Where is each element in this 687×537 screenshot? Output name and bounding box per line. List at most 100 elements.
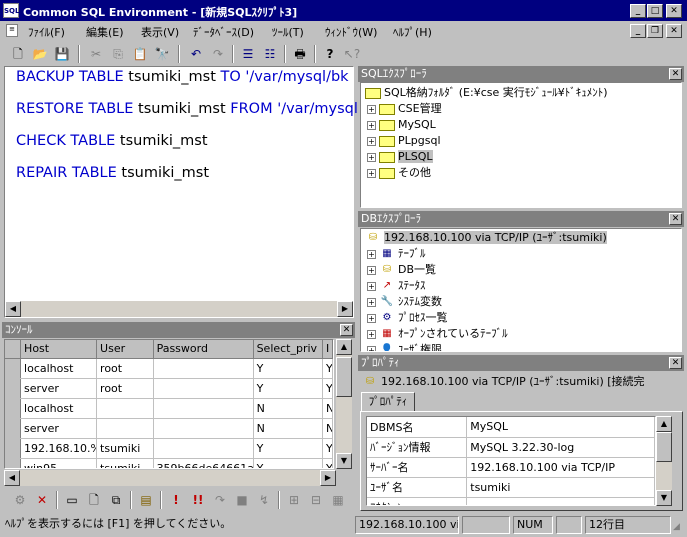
table-cell[interactable]: server <box>20 418 98 439</box>
result-grid[interactable]: Host User Password Select_priv I localho… <box>4 339 334 469</box>
connect-icon[interactable]: ⚙ <box>10 491 30 509</box>
table-cell[interactable]: localhost <box>20 358 98 379</box>
column-header[interactable]: I <box>322 340 333 359</box>
stop-icon[interactable]: ■ <box>232 491 252 509</box>
mdi-restore-button[interactable]: ❐ <box>647 24 663 38</box>
column-header[interactable]: Password <box>153 340 254 359</box>
properties-table[interactable]: DBMS名 MySQL ﾊﾞｰｼﾞｮﾝ情報 MySQL 3.22.30-log ｻｰﾊﾞ… <box>366 416 656 506</box>
table-cell[interactable]: win95 <box>20 458 98 468</box>
expand-icon[interactable]: + <box>367 297 376 307</box>
property-row[interactable]: ｺﾈｸｼｮﾝ... <box>367 497 655 505</box>
expand-icon[interactable]: + <box>367 329 376 339</box>
menu-database[interactable]: ﾃﾞｰﾀﾍﾞｰｽ(D) <box>193 24 254 40</box>
tree-item[interactable]: + PLpgsql <box>367 133 441 149</box>
expand-icon[interactable]: + <box>367 249 376 259</box>
table-cell[interactable]: Y <box>253 358 323 379</box>
table-cell[interactable]: N <box>253 398 323 419</box>
scroll-thumb[interactable] <box>336 357 352 397</box>
explain-icon[interactable]: ↯ <box>254 491 274 509</box>
grid-hscrollbar[interactable]: ◀ ▶ <box>4 470 336 486</box>
table-cell[interactable]: N <box>253 418 323 439</box>
document-icon[interactable]: ≡ <box>6 24 18 37</box>
scroll-thumb[interactable] <box>656 432 672 462</box>
copy-icon[interactable]: ⎘ <box>108 45 128 63</box>
menu-file[interactable]: ﾌｧｲﾙ(F) <box>28 24 65 40</box>
table-cell[interactable] <box>153 358 254 379</box>
close-icon[interactable]: ✕ <box>669 357 682 369</box>
menu-view[interactable]: 表示(V) <box>141 24 179 40</box>
column-header[interactable]: User <box>96 340 154 359</box>
scroll-right-icon[interactable]: ▶ <box>320 470 336 486</box>
grid-vscrollbar[interactable]: ▲ ▼ <box>336 339 352 469</box>
find-icon[interactable]: 🔭 <box>152 45 172 63</box>
indent-icon[interactable]: ☰ <box>238 45 258 63</box>
table-cell[interactable] <box>96 398 154 419</box>
sql-editor[interactable]: BACKUP TABLE tsumiki_mst TO '/var/mysql/… <box>4 66 358 318</box>
open-folder-icon[interactable]: 📂 <box>30 45 50 63</box>
row-header[interactable] <box>5 418 22 439</box>
scroll-left-icon[interactable]: ◀ <box>4 470 20 486</box>
table-cell[interactable]: server <box>20 378 98 399</box>
grid-icon[interactable]: ▤ <box>136 491 156 509</box>
menu-help[interactable]: ﾍﾙﾌﾟ(H) <box>393 24 432 40</box>
tree-item[interactable]: + PLSQL <box>367 149 433 165</box>
size-grip-icon[interactable]: ◢ <box>673 522 685 534</box>
new-file-icon[interactable]: 🗋 <box>8 45 28 63</box>
sql-explorer-tree[interactable]: SQL格納ﾌｫﾙﾀﾞ (E:¥cse 実行ﾓｼﾞｭｰﾙ¥ﾄﾞｷｭﾒﾝﾄ) + CS… <box>360 82 682 208</box>
table-cell[interactable]: N <box>322 398 333 419</box>
row-header[interactable] <box>5 458 22 468</box>
menu-tools[interactable]: ﾂｰﾙ(T) <box>272 24 304 40</box>
scroll-up-icon[interactable]: ▲ <box>336 339 352 355</box>
column-header[interactable]: Select_priv <box>253 340 323 359</box>
redo-icon[interactable]: ↷ <box>208 45 228 63</box>
context-help-icon[interactable]: ↖? <box>342 45 362 63</box>
app-icon[interactable]: SQL <box>3 3 19 18</box>
table-cell[interactable]: Y <box>322 438 333 459</box>
expand-icon[interactable]: + <box>367 281 376 291</box>
close-icon[interactable]: ✕ <box>669 68 682 80</box>
expand-icon[interactable]: + <box>367 152 376 162</box>
scroll-down-icon[interactable]: ▼ <box>656 490 672 506</box>
property-row[interactable]: ｻｰﾊﾞｰ名 192.168.10.100 via TCP/IP <box>367 457 655 478</box>
editor-hscrollbar[interactable]: ◀ ▶ <box>5 301 353 317</box>
tree-item[interactable]: + CSE管理 <box>367 101 442 117</box>
table-cell[interactable] <box>153 378 254 399</box>
save-result-icon[interactable]: ⧉ <box>106 491 126 509</box>
table-cell[interactable]: Y <box>322 378 333 399</box>
scroll-up-icon[interactable]: ▲ <box>656 416 672 432</box>
table-cell[interactable]: localhost <box>20 398 98 419</box>
expand-icon[interactable]: + <box>367 136 376 146</box>
tree-item[interactable]: + ⚙ ﾌﾟﾛｾｽ一覧 <box>367 310 448 326</box>
paste-icon[interactable]: 📋 <box>130 45 150 63</box>
table-cell[interactable]: Y <box>322 358 333 379</box>
minimize-button[interactable]: _ <box>630 4 646 18</box>
table-cell[interactable] <box>153 418 254 439</box>
row-header[interactable] <box>5 438 22 459</box>
execute-all-icon[interactable]: !! <box>188 491 208 509</box>
tree-root[interactable]: ⛁ 192.168.10.100 via TCP/IP (ﾕｰｻﾞ:tsumiki… <box>365 230 607 246</box>
menu-window[interactable]: ｳｨﾝﾄﾞｳ(W) <box>325 24 377 40</box>
tree-item[interactable]: + 🔧 ｼｽﾃﾑ変数 <box>367 294 442 310</box>
disconnect-icon[interactable]: ✕ <box>32 491 52 509</box>
table-row[interactable]: server root Y Y <box>5 378 333 399</box>
maximize-button[interactable]: □ <box>647 4 663 18</box>
export-icon[interactable]: ⊞ <box>284 491 304 509</box>
tree-item[interactable]: + MySQL <box>367 117 436 133</box>
help-icon[interactable]: ? <box>320 45 340 63</box>
scroll-right-icon[interactable]: ▶ <box>337 301 353 317</box>
window-icon[interactable]: ▭ <box>62 491 82 509</box>
table-row[interactable]: localhost NN <box>5 398 333 419</box>
table-cell[interactable]: Y <box>253 378 323 399</box>
tree-item[interactable]: + ⛁ DB一覧 <box>367 262 436 278</box>
table-cell[interactable] <box>153 438 254 459</box>
table-row[interactable]: 192.168.10.% tsumiki Y Y <box>5 438 333 459</box>
table-grid-icon[interactable]: ▦ <box>328 491 348 509</box>
table-cell[interactable]: root <box>96 358 154 379</box>
table-cell[interactable]: tsumiki <box>96 438 154 459</box>
table-cell[interactable] <box>96 418 154 439</box>
tree-item[interactable]: + その他 <box>367 165 431 181</box>
table-cell[interactable]: 359b66de64661a4( <box>153 458 254 468</box>
table-row[interactable]: server NN <box>5 418 333 439</box>
tree-item[interactable]: + ↗ ｽﾃｰﾀｽ <box>367 278 426 294</box>
outdent-icon[interactable]: ☷ <box>260 45 280 63</box>
